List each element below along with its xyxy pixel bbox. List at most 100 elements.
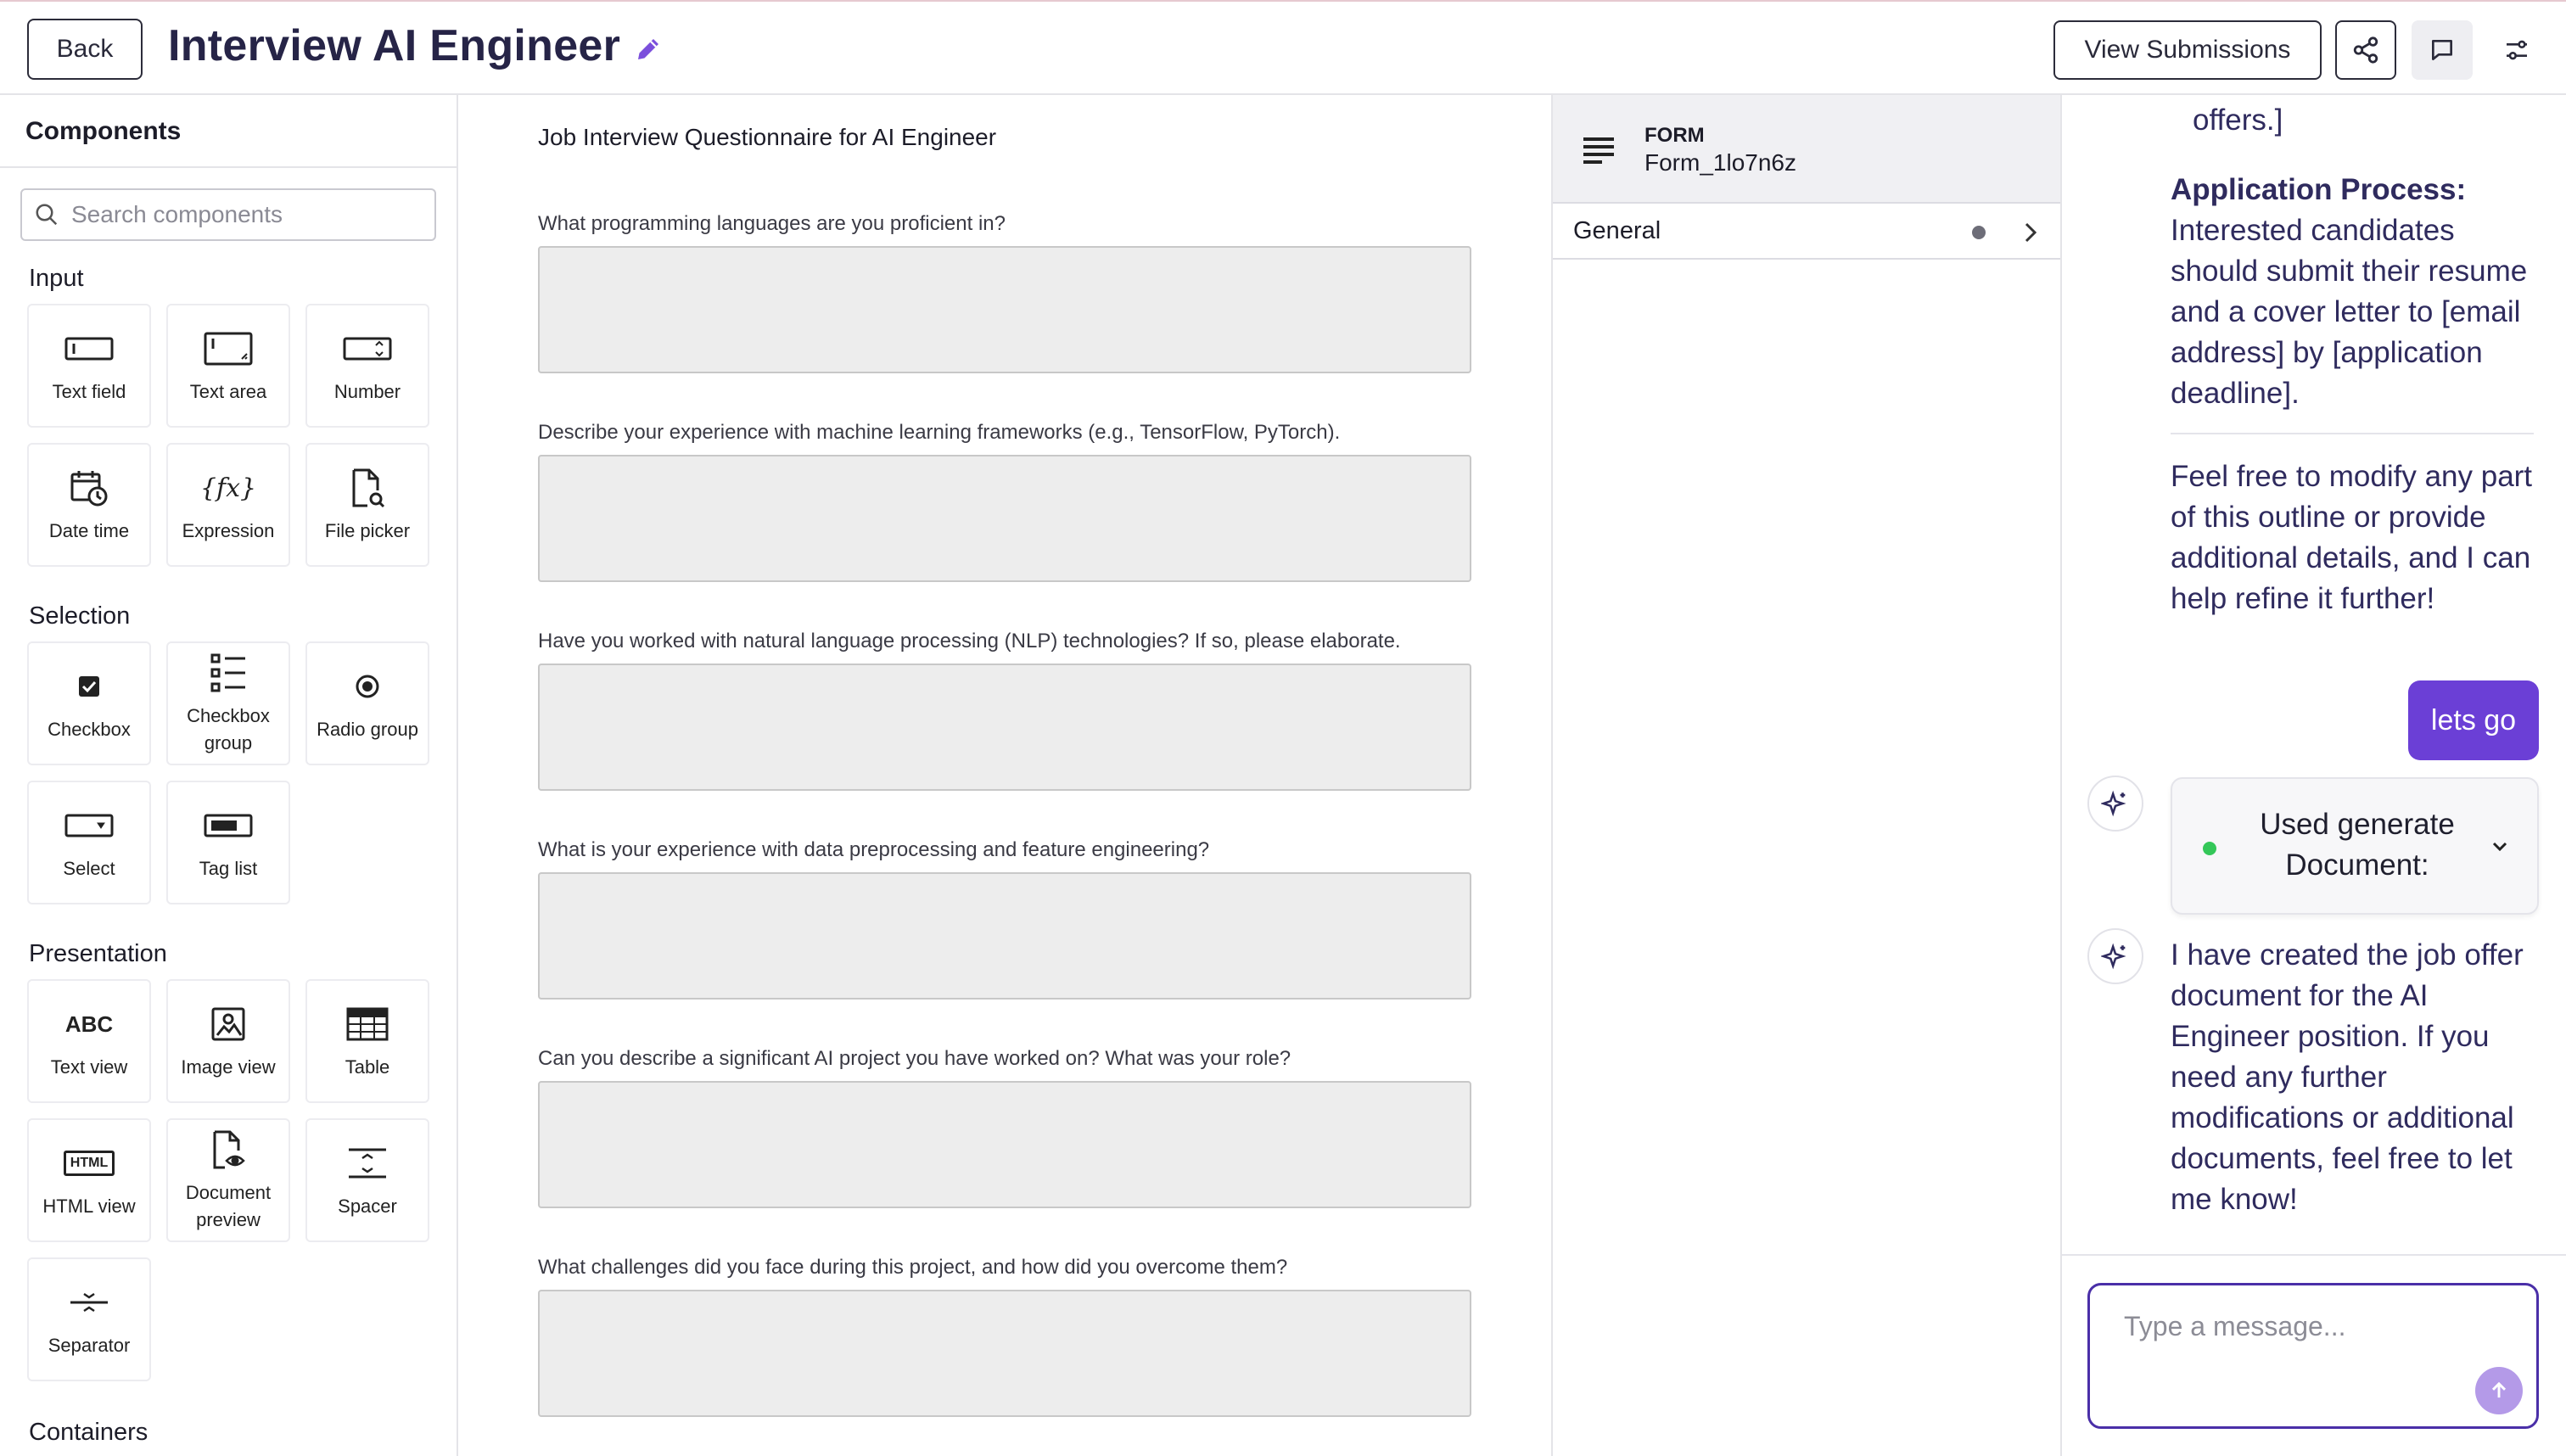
edit-pencil-icon[interactable] [633,34,664,64]
component-label: Text field [52,381,126,402]
ai-avatar [2087,928,2143,984]
component-checkbox[interactable]: Checkbox [27,641,151,765]
document-preview-icon [213,1130,245,1169]
svg-text:{fx}: {fx} [203,473,254,503]
view-submissions-button[interactable]: View Submissions [2053,20,2322,80]
properties-general-row[interactable]: General [1553,204,2060,260]
answer-text-area[interactable] [538,246,1471,373]
component-label: Separator [48,1335,131,1356]
answer-text-area[interactable] [538,455,1471,582]
ai-avatar [2087,776,2143,832]
spacer-icon [349,1148,386,1179]
component-select[interactable]: Select [27,781,151,904]
message-composer[interactable] [2087,1283,2539,1429]
page-title: Interview AI Engineer [168,21,621,70]
component-label: Image view [181,1056,276,1078]
tool-status-dot [2203,842,2216,855]
radio-group-icon [356,675,379,698]
share-icon [2353,36,2378,64]
component-label: Checkbox [48,719,131,740]
chat-divider [2171,433,2534,434]
component-radio-group[interactable]: Radio group [305,641,429,765]
chat-application-process-body: Interested candidates should submit thei… [2171,214,2528,410]
component-label: Spacer [338,1196,397,1217]
sparkle-icon [2101,790,2126,817]
component-file-picker[interactable]: File picker [305,443,429,567]
component-label: Number [333,381,401,402]
component-label: Text view [50,1056,128,1078]
component-label: Document preview [185,1182,272,1230]
search-box[interactable] [20,188,436,241]
component-label: Text area [189,381,267,402]
form-heading[interactable]: Job Interview Questionnaire for AI Engin… [538,124,996,151]
date-time-icon [70,471,108,507]
share-button[interactable] [2335,20,2396,80]
section-title-selection: Selection [29,602,131,630]
component-spacer[interactable]: Spacer [305,1118,429,1242]
form-lines-icon [1583,137,1614,164]
tag-list-icon [204,814,253,837]
component-separator[interactable]: Separator [27,1257,151,1381]
answer-text-area[interactable] [538,1290,1471,1417]
properties-header: FORM Form_1lo7n6z [1553,95,2060,204]
component-label: File picker [324,520,411,541]
chat-icon [2432,40,2452,60]
expression-icon: {fx} [203,473,254,503]
properties-form-id: Form_1lo7n6z [1644,149,1796,176]
chevron-down-icon[interactable] [2488,835,2512,859]
separator-icon [70,1292,108,1313]
component-label: Select [63,858,115,879]
image-view-icon [211,1007,245,1041]
component-tag-list[interactable]: Tag list [166,781,290,904]
chat-toggle-button[interactable] [2412,20,2473,80]
sliders-icon [2507,40,2527,60]
component-label: Checkbox group [187,705,270,753]
message-input[interactable] [2124,1311,2497,1362]
settings-button[interactable] [2486,20,2547,80]
answer-text-area[interactable] [538,1081,1471,1208]
table-icon [346,1007,389,1041]
component-expression[interactable]: {fx} Expression [166,443,290,567]
component-table[interactable]: Table [305,979,429,1103]
composer-divider [2062,1254,2566,1256]
text-field-icon [64,337,114,361]
component-document-preview[interactable]: Document preview [166,1118,290,1242]
component-text-field[interactable]: Text field [27,304,151,428]
question-label: What programming languages are you profi… [538,212,1006,235]
component-label: HTML view [42,1196,136,1217]
assistant-chat-panel: offers.] Application Process: Interested… [2062,95,2566,1456]
back-button[interactable]: Back [27,19,143,80]
checkbox-group-icon [210,653,245,692]
checkbox-icon [79,676,99,697]
arrow-up-icon [2491,1381,2507,1398]
component-text-area[interactable]: Text area [166,304,290,428]
search-input[interactable] [71,201,428,228]
question-label: Can you describe a significant AI projec… [538,1047,1291,1070]
component-label: Tag list [199,858,258,879]
component-date-time[interactable]: Date time [27,443,151,567]
section-title-input: Input [29,265,84,292]
answer-text-area[interactable] [538,872,1471,1000]
properties-type-label: FORM [1644,124,1705,147]
search-icon [36,204,58,226]
sparkle-icon [2101,943,2126,970]
question-label: Have you worked with natural language pr… [538,630,1401,652]
sidebar-title: Components [25,117,182,145]
select-icon [64,814,114,837]
text-area-icon [204,332,253,366]
component-image-view[interactable]: Image view [166,979,290,1103]
chat-application-process: Application Process: Interested candidat… [2171,170,2535,414]
user-message-bubble: lets go [2408,680,2539,760]
text-view-icon: ABC [64,1011,114,1037]
section-title-containers: Containers [29,1419,148,1446]
tool-call-card[interactable]: Used generate Document: [2171,777,2539,915]
html-view-icon: HTML [63,1151,115,1176]
send-button[interactable] [2475,1367,2523,1414]
component-number[interactable]: Number [305,304,429,428]
answer-text-area[interactable] [538,664,1471,791]
component-html-view[interactable]: HTML HTML view [27,1118,151,1242]
component-checkbox-group[interactable]: Checkbox group [166,641,290,765]
component-text-view[interactable]: ABC Text view [27,979,151,1103]
tool-call-label: Used generate Document: [2260,808,2455,882]
properties-panel: FORM Form_1lo7n6z General [1553,95,2062,1456]
